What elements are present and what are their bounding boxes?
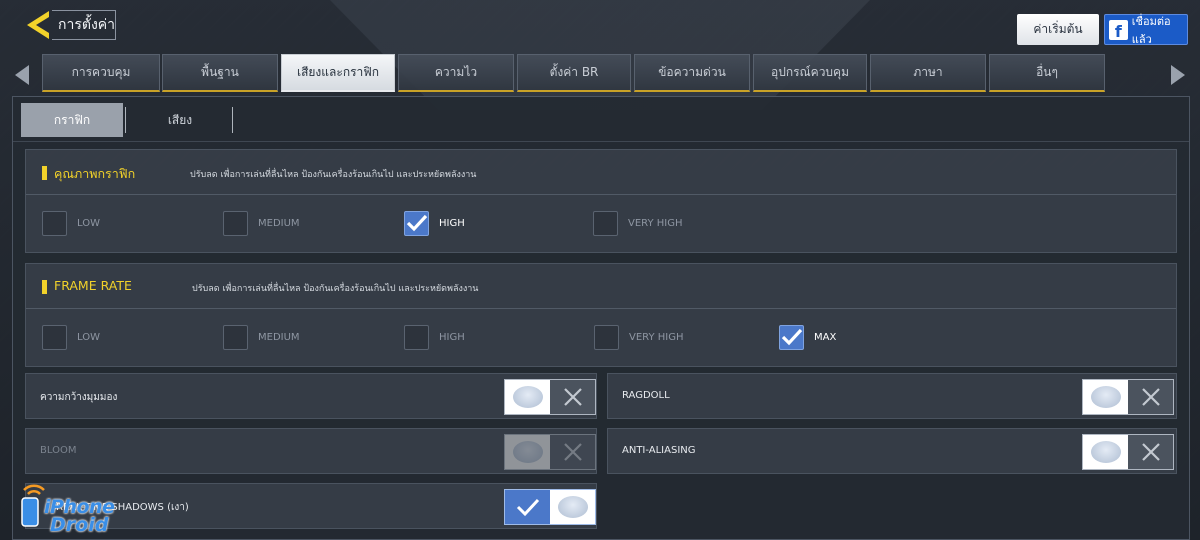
toggle-label: RAGDOLL (622, 390, 670, 401)
section-title: คุณภาพกราฟิก (54, 166, 136, 181)
quality-option-low[interactable]: LOW (42, 210, 100, 236)
frame-rate-option-max[interactable]: MAX (779, 324, 836, 350)
option-label: VERY HIGH (629, 331, 684, 343)
option-label: HIGH (439, 331, 465, 343)
option-label: MEDIUM (258, 217, 300, 229)
subtab-audio[interactable]: เสียง (129, 103, 231, 137)
facebook-connect-label: เชื่อมต่อแล้ว (1131, 14, 1171, 46)
section-marker (42, 166, 47, 180)
frame-rate-option-high[interactable]: HIGH (404, 324, 465, 350)
section-description: ปรับลด เพื่อการเล่นที่ลื่นไหล ป้องกันเคร… (192, 284, 479, 294)
frame-rate-option-low[interactable]: LOW (42, 324, 100, 350)
tab-audio-graphics[interactable]: เสียงและกราฟิก (281, 54, 395, 92)
tab-basic[interactable]: พื้นฐาน (162, 54, 278, 92)
x-icon (550, 435, 595, 469)
toggle-knob (505, 380, 550, 414)
toggle-knob (1083, 435, 1128, 469)
tab-controls[interactable]: การควบคุม (42, 54, 160, 92)
checkbox[interactable] (223, 210, 248, 236)
checkbox-checked[interactable] (779, 324, 804, 350)
tab-language[interactable]: ภาษา (870, 54, 986, 92)
reset-defaults-button[interactable]: ค่าเริ่มต้น (1017, 14, 1099, 45)
checkbox-checked[interactable] (404, 210, 429, 236)
x-icon (1128, 380, 1173, 414)
toggle-label: ANTI-ALIASING (622, 445, 696, 456)
header: การตั้งค่า ค่าเริ่มต้น f เชื่อมต่อแล้ว (0, 0, 1200, 52)
section-divider (26, 308, 1176, 309)
back-button[interactable] (22, 8, 54, 42)
ragdoll-toggle[interactable] (1082, 379, 1174, 415)
toggle-label: BLOOM (40, 445, 77, 456)
tabs-scroll-right-button[interactable] (1170, 64, 1186, 86)
quality-option-very-high[interactable]: VERY HIGH (593, 210, 683, 236)
option-label: VERY HIGH (628, 217, 683, 229)
quality-option-high[interactable]: HIGH (404, 210, 465, 236)
toggle-label: ความกว้างมุมมอง (40, 392, 118, 403)
triangle-right-icon (1171, 65, 1185, 85)
checkbox[interactable] (404, 324, 429, 350)
x-icon (550, 380, 595, 414)
page-title: การตั้งค่า (52, 10, 116, 40)
subtab-separator (125, 107, 126, 133)
subtab-graphics[interactable]: กราฟิก (21, 103, 123, 137)
settings-tabs: การควบคุม พื้นฐาน เสียงและกราฟิก ความไว … (0, 54, 1200, 94)
tab-other[interactable]: อื่นๆ (989, 54, 1105, 92)
option-label: MAX (814, 331, 837, 343)
ragdoll-row: RAGDOLL (607, 373, 1177, 419)
tabs-scroll-left-button[interactable] (14, 64, 30, 86)
settings-panel: กราฟิก เสียง คุณภาพกราฟิก ปรับลด เพื่อกา… (12, 96, 1190, 540)
checkbox[interactable] (42, 324, 67, 350)
bloom-toggle (504, 434, 596, 470)
quality-option-medium[interactable]: MEDIUM (223, 210, 300, 236)
watermark-text: Droid (50, 514, 109, 536)
x-icon (1128, 435, 1173, 469)
checkmark-icon (781, 328, 802, 346)
fov-row: ความกว้างมุมมอง (25, 373, 597, 419)
checkbox[interactable] (42, 210, 67, 236)
frame-rate-section: FRAME RATE ปรับลด เพื่อการเล่นที่ลื่นไหล… (25, 263, 1177, 367)
subtab-separator (232, 107, 233, 133)
watermark-logo: iPhone Droid (10, 480, 120, 536)
facebook-connect-button[interactable]: f เชื่อมต่อแล้ว (1104, 14, 1188, 46)
anti-aliasing-row: ANTI-ALIASING (607, 428, 1177, 474)
option-label: LOW (77, 331, 100, 343)
bloom-row: BLOOM (25, 428, 597, 474)
phone-signal-icon (21, 484, 45, 527)
section-description: ปรับลด เพื่อการเล่นที่ลื่นไหล ป้องกันเคร… (190, 170, 477, 180)
tab-sensitivity[interactable]: ความไว (398, 54, 514, 92)
toggle-knob (550, 490, 595, 524)
tab-controller[interactable]: อุปกรณ์ควบคุม (753, 54, 867, 92)
section-title: FRAME RATE (54, 278, 132, 293)
section-divider (26, 194, 1176, 195)
facebook-icon: f (1109, 19, 1128, 40)
checkbox[interactable] (223, 324, 248, 350)
anti-aliasing-toggle[interactable] (1082, 434, 1174, 470)
checkbox[interactable] (593, 210, 618, 236)
subtab-underline (13, 141, 1189, 142)
checkmark-icon (406, 214, 427, 232)
tab-br-settings[interactable]: ตั้งค่า BR (517, 54, 631, 92)
option-label: LOW (77, 217, 100, 229)
fov-toggle[interactable] (504, 379, 596, 415)
frame-rate-option-medium[interactable]: MEDIUM (223, 324, 300, 350)
section-marker (42, 280, 47, 294)
graphics-quality-section: คุณภาพกราฟิก ปรับลด เพื่อการเล่นที่ลื่นไ… (25, 149, 1177, 253)
option-label: HIGH (439, 217, 465, 229)
toggle-knob (505, 435, 550, 469)
checkbox[interactable] (594, 324, 619, 350)
real-time-shadows-toggle[interactable] (504, 489, 596, 525)
tab-quick-messages[interactable]: ข้อความด่วน (634, 54, 750, 92)
frame-rate-option-very-high[interactable]: VERY HIGH (594, 324, 684, 350)
toggle-knob (1083, 380, 1128, 414)
option-label: MEDIUM (258, 331, 300, 343)
checkmark-icon (505, 490, 550, 524)
triangle-left-icon (15, 65, 29, 85)
back-arrow-icon (27, 11, 49, 39)
